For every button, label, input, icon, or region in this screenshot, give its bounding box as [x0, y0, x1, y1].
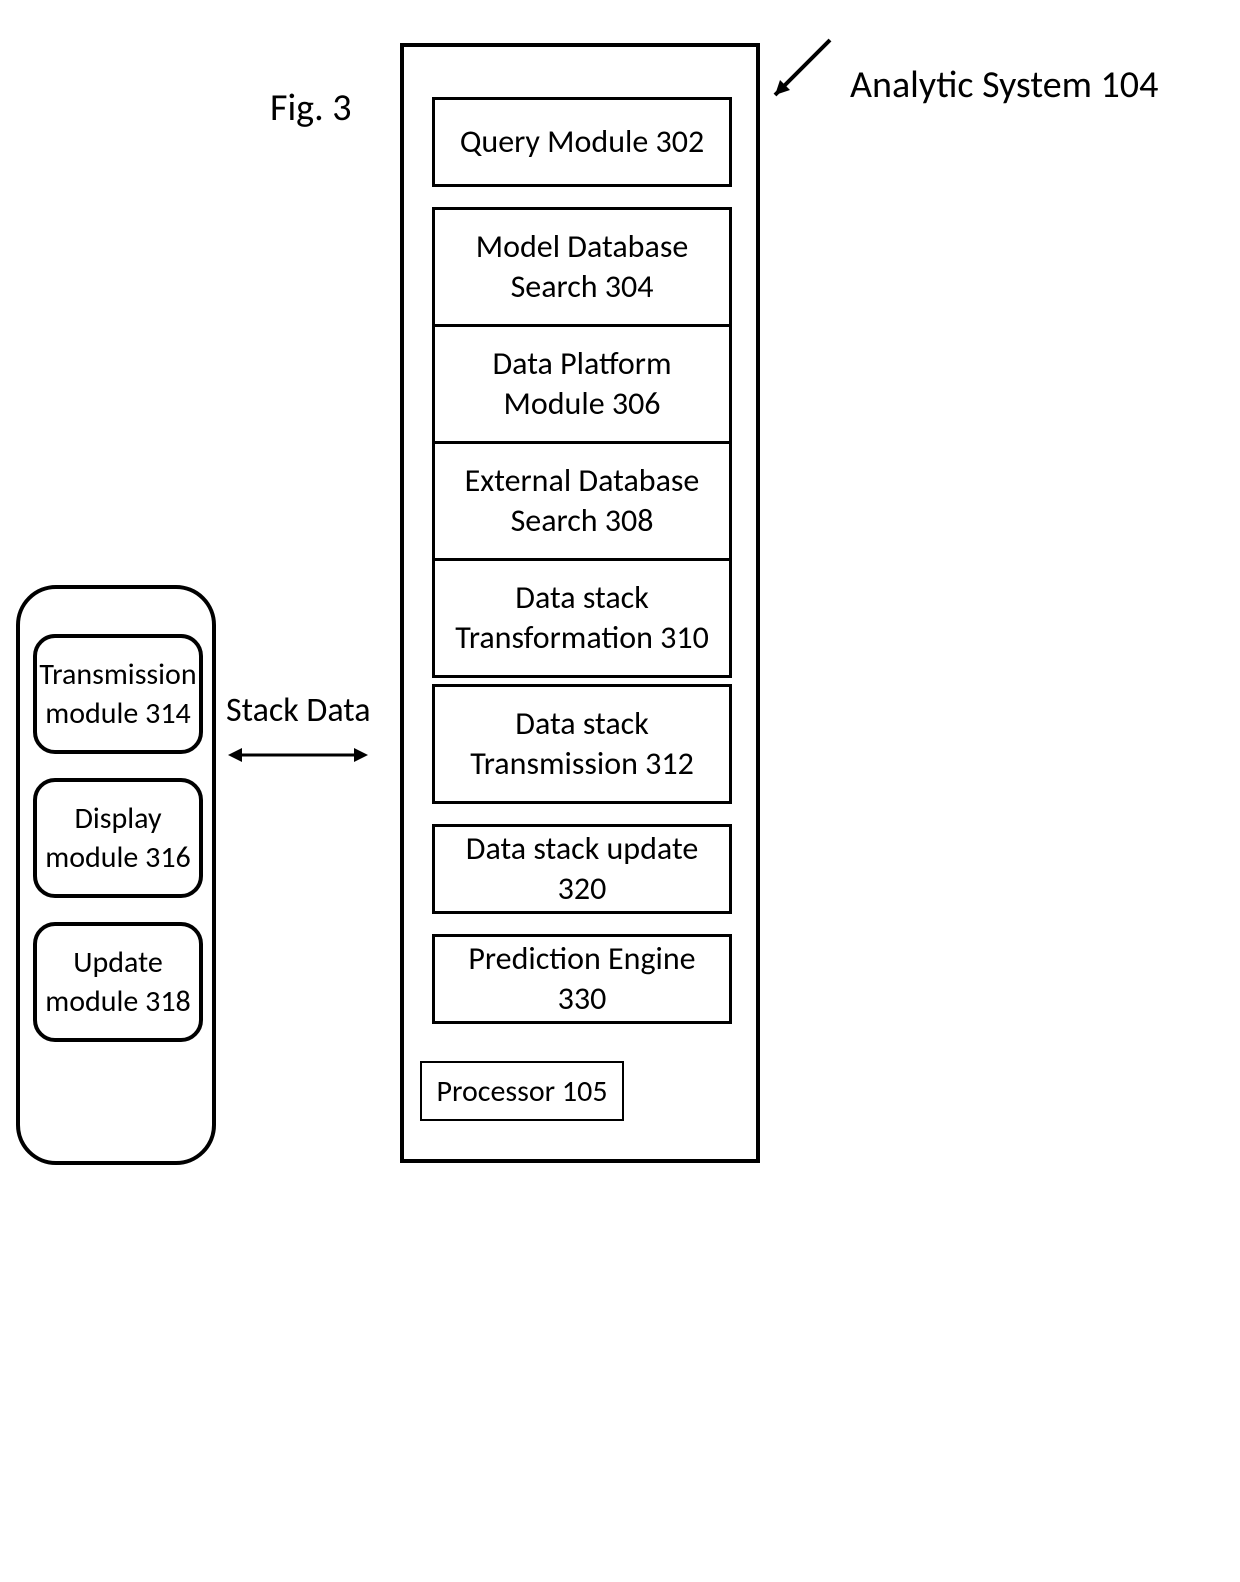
double-arrow-icon — [228, 740, 368, 770]
module-data-stack-transmission: Data stack Transmission 312 — [432, 684, 732, 804]
analytic-system-module-stack: Query Module 302 Model Database Search 3… — [432, 97, 732, 1024]
module-update: Update module 318 — [33, 922, 203, 1042]
module-data-stack-update: Data stack update 320 — [432, 824, 732, 914]
module-model-database-search: Model Database Search 304 — [432, 207, 732, 327]
module-transmission: Transmission module 314 — [33, 634, 203, 754]
diagram-canvas: Fig. 3 Analytic System 104 Query Module … — [0, 0, 1240, 1582]
analytic-system-label: Analytic System 104 — [850, 60, 1158, 111]
client-device-box: Transmission module 314 Display module 3… — [16, 585, 216, 1165]
stack-data-label: Stack Data — [226, 690, 371, 731]
module-data-platform: Data Platform Module 306 — [432, 324, 732, 444]
module-data-stack-transformation: Data stack Transformation 310 — [432, 558, 732, 678]
module-display: Display module 316 — [33, 778, 203, 898]
module-prediction-engine: Prediction Engine 330 — [432, 934, 732, 1024]
callout-arrow-icon — [760, 30, 840, 110]
module-query: Query Module 302 — [432, 97, 732, 187]
module-external-database-search: External Database Search 308 — [432, 441, 732, 561]
analytic-system-box: Query Module 302 Model Database Search 3… — [400, 43, 760, 1163]
figure-label: Fig. 3 — [270, 85, 352, 131]
processor-box: Processor 105 — [420, 1061, 624, 1121]
client-device-module-stack: Transmission module 314 Display module 3… — [33, 634, 203, 1042]
